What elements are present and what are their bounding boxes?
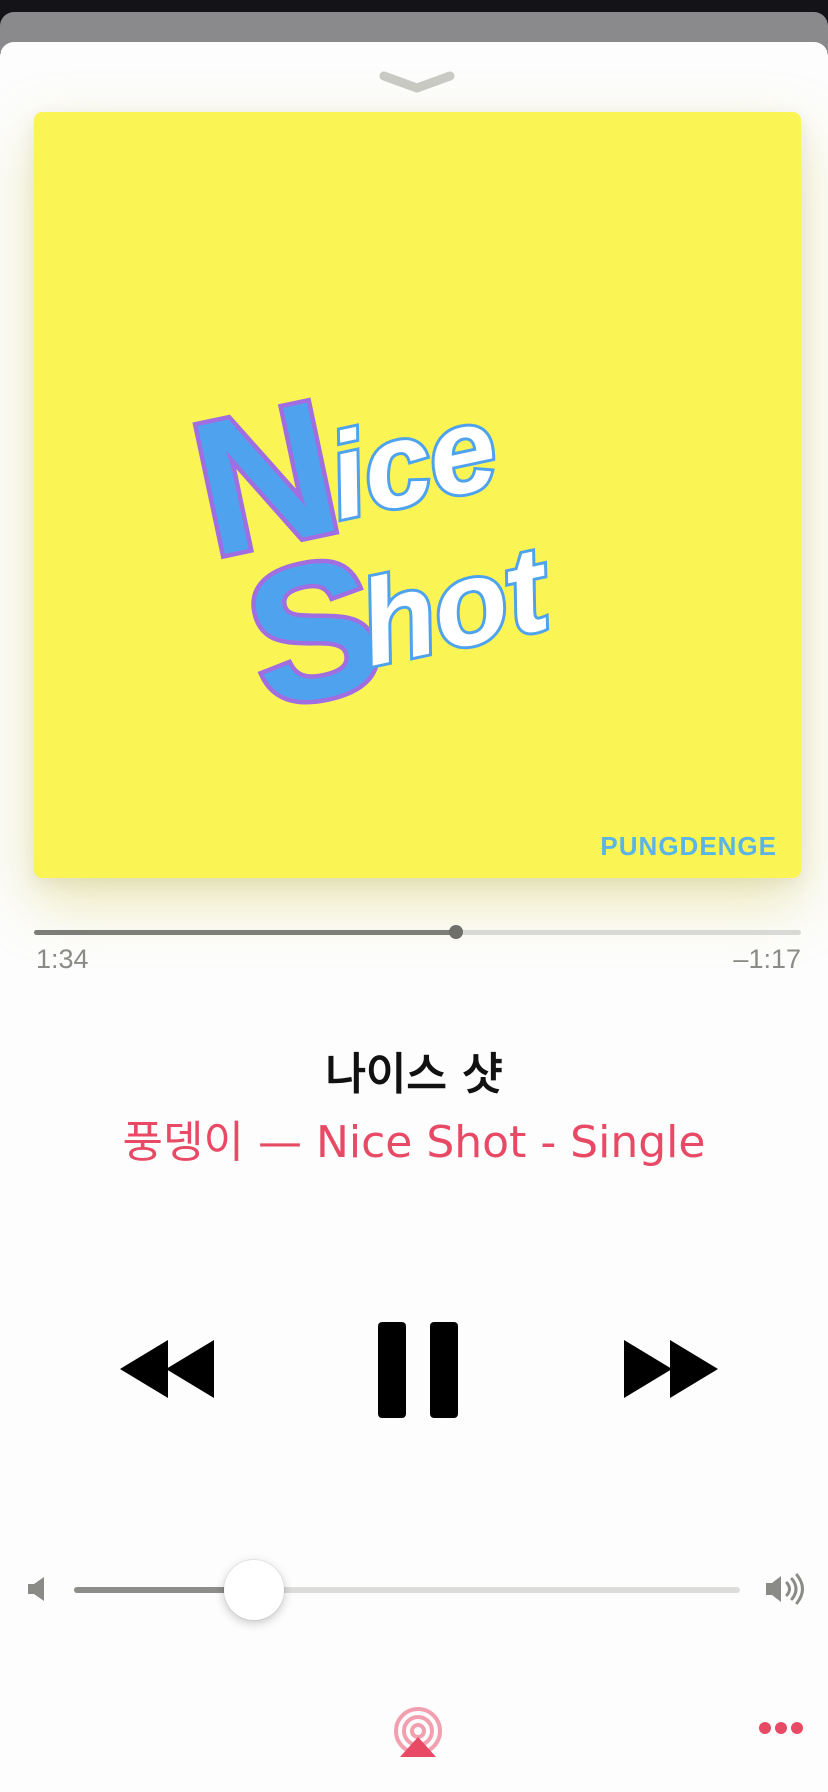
- more-icon[interactable]: [758, 1718, 804, 1738]
- track-artist-album[interactable]: 풍뎅이 — Nice Shot - Single: [0, 1106, 828, 1170]
- speaker-low-icon: [28, 1577, 44, 1601]
- pause-icon[interactable]: [376, 1320, 460, 1420]
- airplay-icon[interactable]: [392, 1705, 444, 1757]
- scrubber-knob[interactable]: [448, 925, 463, 939]
- fast-forward-icon[interactable]: [620, 1338, 720, 1400]
- album-logo: N ice S hot: [184, 356, 567, 742]
- speaker-high-icon: [766, 1573, 804, 1605]
- volume-knob[interactable]: [223, 1560, 284, 1620]
- scrubber-fill: [34, 930, 456, 935]
- album-artwork: N ice S hot PUNGDENGE: [34, 112, 801, 878]
- rewind-icon[interactable]: [118, 1338, 218, 1400]
- elapsed-time: 1:34: [36, 944, 89, 974]
- volume-slider[interactable]: [74, 1560, 740, 1620]
- playback-scrubber[interactable]: [34, 925, 801, 939]
- logo-hot: hot: [348, 521, 563, 692]
- remaining-time: –1:17: [733, 944, 801, 974]
- dismiss-chevron-icon[interactable]: [378, 70, 456, 96]
- track-title: 나이스 샷: [325, 1049, 503, 1100]
- artwork-artist-mark: PUNGDENGE: [600, 831, 777, 861]
